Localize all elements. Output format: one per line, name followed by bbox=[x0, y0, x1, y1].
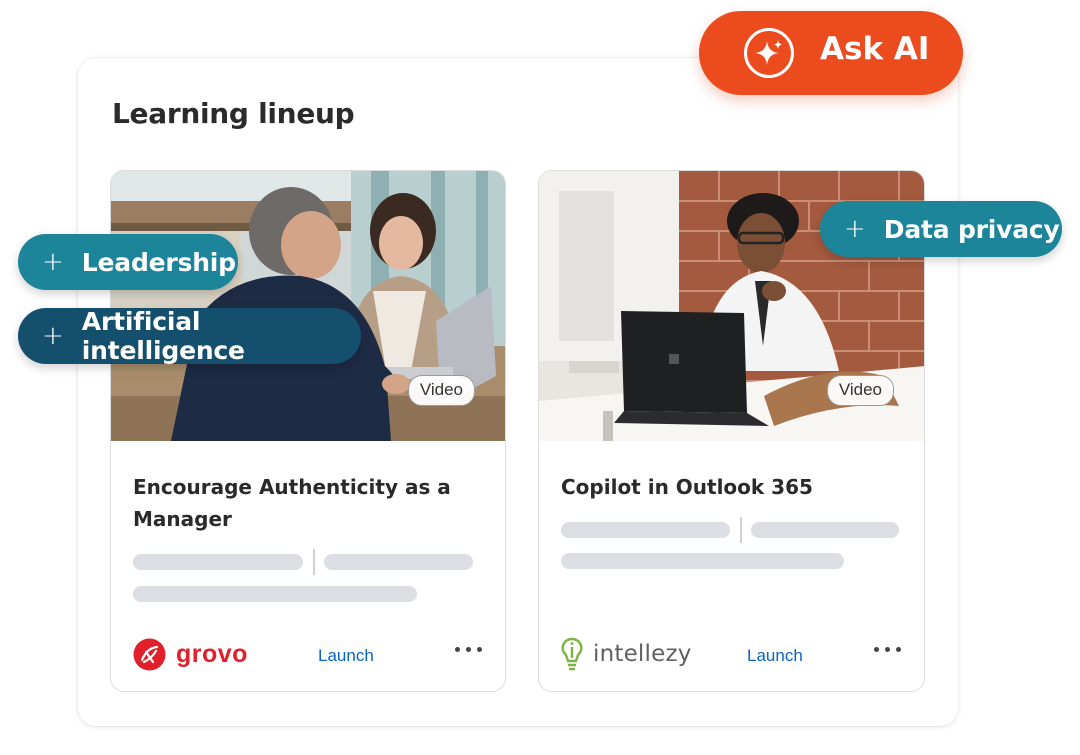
sparkle-icon bbox=[744, 28, 794, 78]
course-title[interactable]: Encourage Authenticity as a Manager bbox=[133, 471, 465, 535]
plus-icon: + bbox=[844, 214, 866, 244]
video-badge: Video bbox=[407, 375, 475, 406]
course-title[interactable]: Copilot in Outlook 365 bbox=[561, 471, 884, 503]
more-options-button[interactable] bbox=[455, 647, 482, 652]
topic-chip-data-privacy[interactable]: + Data privacy bbox=[820, 201, 1062, 257]
dot-icon bbox=[477, 647, 482, 652]
dot-icon bbox=[885, 647, 890, 652]
provider: intellezy bbox=[561, 637, 692, 671]
skeleton-line bbox=[751, 522, 899, 538]
skeleton-line bbox=[133, 554, 303, 570]
panel-title: Learning lineup bbox=[112, 97, 355, 130]
skeleton-line bbox=[561, 522, 730, 538]
ask-ai-button[interactable]: Ask AI bbox=[699, 11, 963, 95]
skeleton-divider bbox=[313, 549, 315, 575]
dot-icon bbox=[874, 647, 879, 652]
intellezy-bulb-logo-icon bbox=[561, 637, 583, 671]
skeleton-divider bbox=[740, 517, 742, 543]
skeleton-line bbox=[324, 554, 473, 570]
dot-icon bbox=[455, 647, 460, 652]
topic-chip-artificial-intelligence[interactable]: + Artificial intelligence bbox=[18, 307, 361, 365]
video-badge: Video bbox=[826, 375, 894, 406]
provider-name: grovo bbox=[176, 639, 248, 668]
chip-label: Artificial intelligence bbox=[81, 307, 245, 365]
provider-name: intellezy bbox=[593, 641, 692, 667]
chip-label: Leadership bbox=[81, 247, 236, 277]
skeleton-line bbox=[133, 586, 417, 602]
plus-icon: + bbox=[42, 321, 64, 351]
launch-button[interactable]: Launch bbox=[747, 646, 803, 666]
chip-label: Data privacy bbox=[883, 214, 1060, 244]
dot-icon bbox=[896, 647, 901, 652]
launch-button[interactable]: Launch bbox=[318, 646, 374, 666]
grovo-logo-icon bbox=[133, 638, 166, 670]
provider: grovo bbox=[133, 637, 248, 671]
skeleton-line bbox=[561, 553, 844, 569]
more-options-button[interactable] bbox=[874, 647, 901, 652]
dot-icon bbox=[466, 647, 471, 652]
ask-ai-label: Ask AI bbox=[820, 31, 930, 67]
topic-chip-leadership[interactable]: + Leadership bbox=[18, 234, 238, 290]
plus-icon: + bbox=[42, 247, 64, 277]
